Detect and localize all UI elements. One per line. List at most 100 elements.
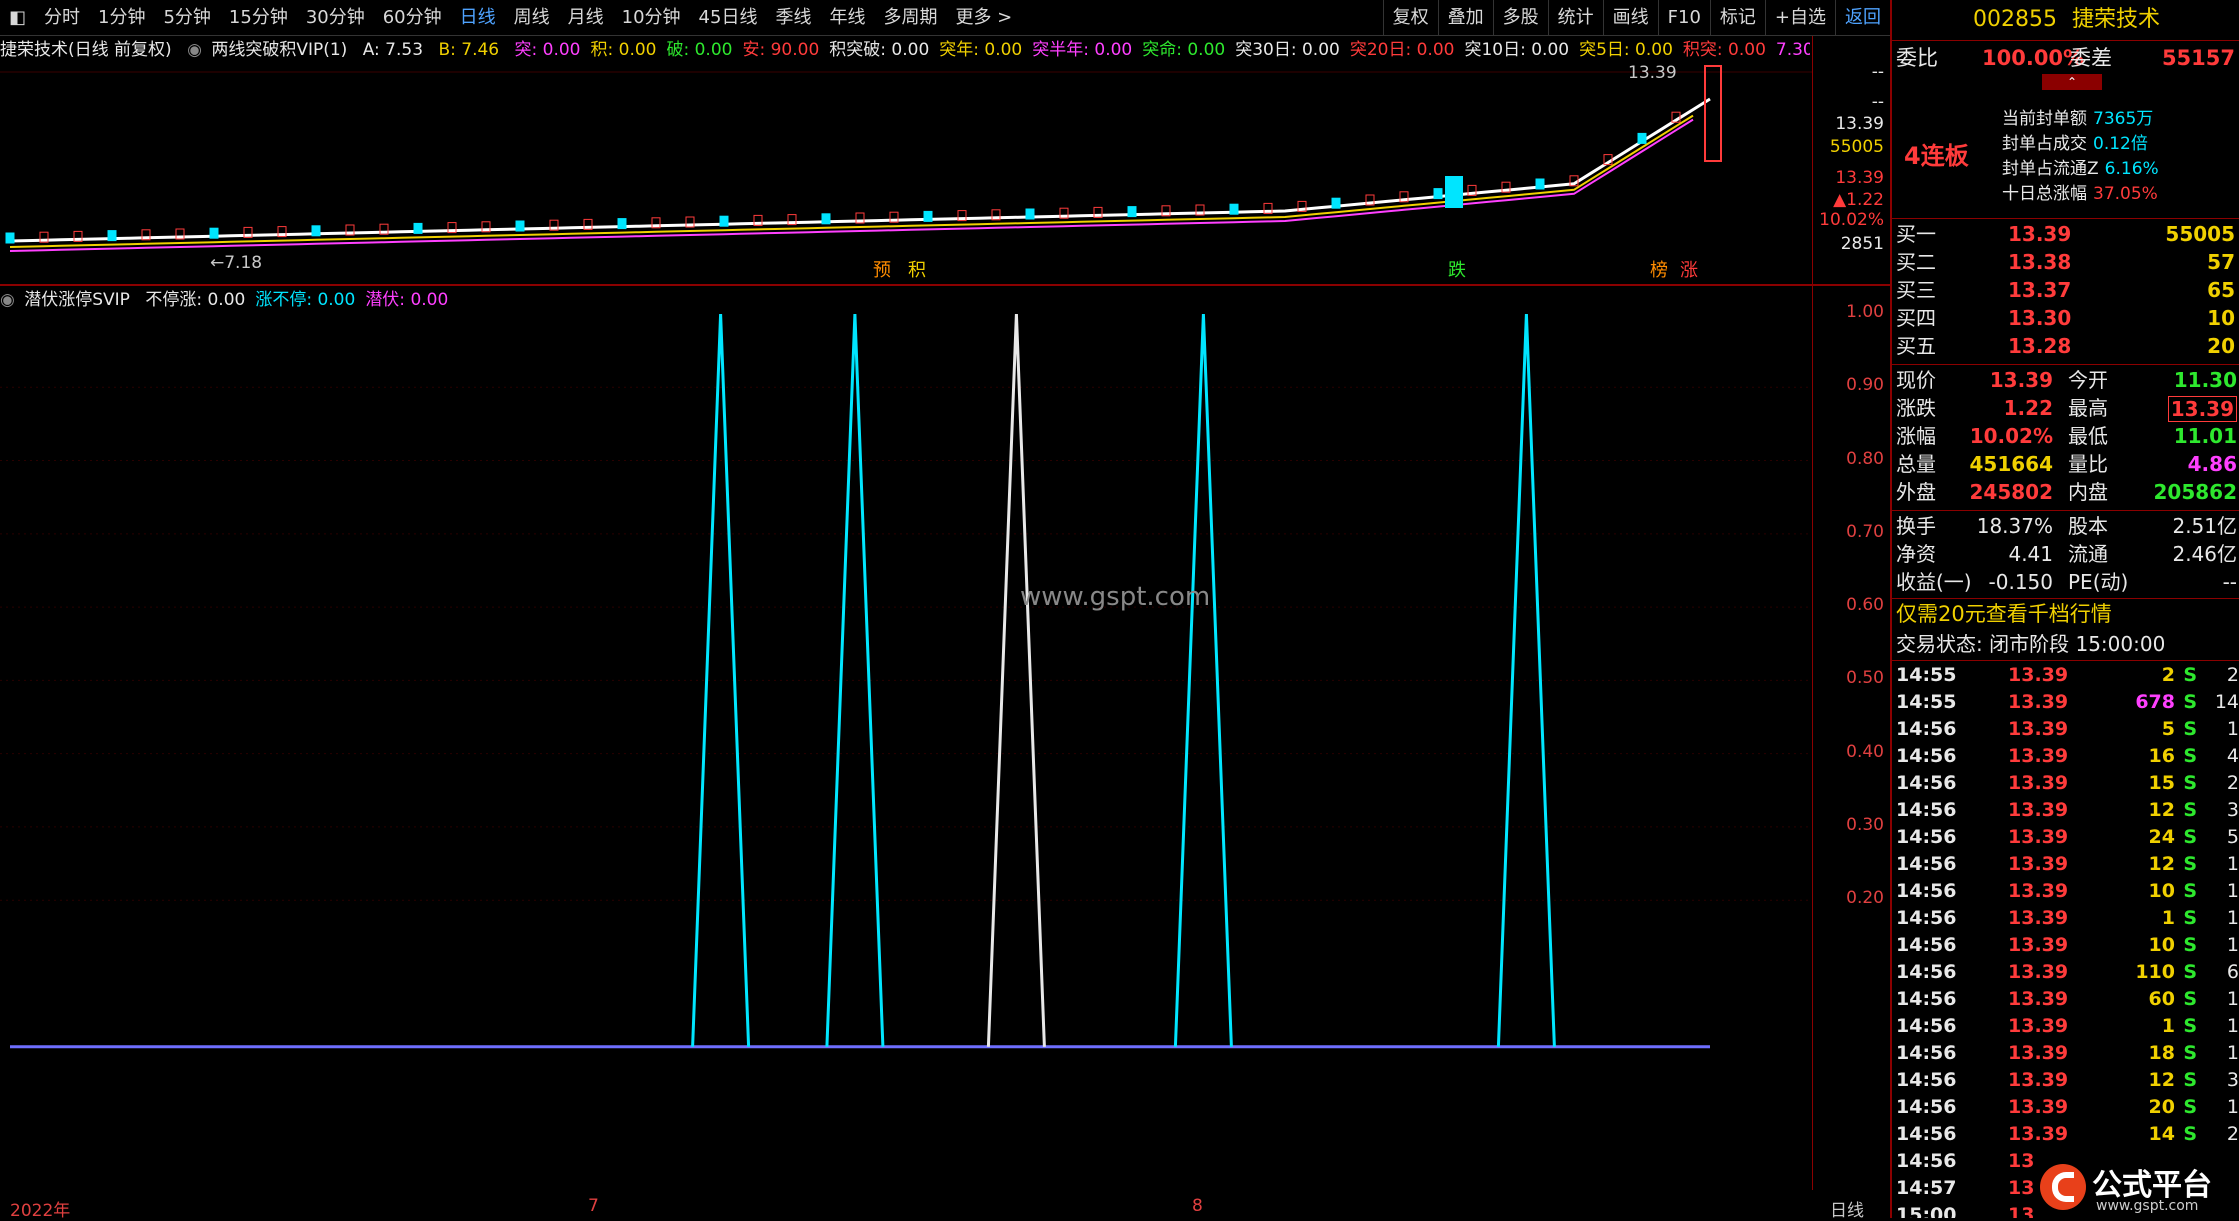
weicha-label: 委差	[2070, 46, 2112, 70]
tick-row: 14:56 13.39 110 S 6	[1892, 959, 2239, 986]
period-tab[interactable]: 月线	[559, 0, 613, 36]
tick-time: 14:55	[1896, 691, 1957, 713]
period-tab[interactable]: 年线	[820, 0, 874, 36]
tick-price: 13.39	[2008, 988, 2069, 1010]
seal-info-label: 当前封单额	[2002, 109, 2087, 129]
seal-info-label: 十日总涨幅	[2002, 184, 2087, 204]
tick-side: S	[2183, 718, 2197, 740]
toolbar-button[interactable]: +自选	[1764, 0, 1835, 36]
tick-volume: 16	[2148, 745, 2175, 767]
tick-count: 1	[2226, 880, 2239, 902]
promo-link[interactable]: 仅需20元查看千档行情	[1892, 600, 2239, 628]
tick-count: 2	[2226, 664, 2239, 686]
tick-count: 6	[2226, 961, 2239, 983]
candlestick	[413, 222, 423, 234]
quote-value: 13.39	[1989, 368, 2053, 392]
tick-count: 5	[2226, 826, 2239, 848]
price-chart[interactable]: 13.39 ←7.18 预积 跌 榜涨	[0, 36, 1812, 284]
candlestick	[1025, 208, 1035, 220]
bid-row[interactable]: 买四 13.30 10	[1892, 304, 2239, 332]
period-tab[interactable]: 1分钟	[89, 0, 154, 36]
date-label: 8	[1192, 1196, 1203, 1216]
toolbar-button[interactable]: 多股	[1492, 0, 1548, 36]
price-axis-label: 10.02%	[1819, 210, 1884, 230]
quote-panel: 002855 捷荣技术 委比 100.00% 委差 55157 ⌃ 4连板 当前…	[1890, 0, 2239, 1218]
collapse-icon[interactable]: ⌃	[2042, 74, 2102, 90]
tick-time: 14:56	[1896, 772, 1957, 794]
bid-label: 买四	[1896, 306, 1936, 330]
period-tab[interactable]: 更多 >	[946, 0, 1021, 36]
ma-line-white	[9, 97, 1711, 243]
toolbar-button[interactable]: 复权	[1382, 0, 1438, 36]
consecutive-limit-badge: 4连板	[1904, 142, 1969, 170]
period-tab[interactable]: 分时	[35, 0, 89, 36]
tick-price: 13	[2008, 1177, 2035, 1199]
period-tab[interactable]: 多周期	[874, 0, 946, 36]
tick-time: 14:56	[1896, 961, 1957, 983]
period-tab[interactable]: 60分钟	[374, 0, 451, 36]
period-tab[interactable]: 30分钟	[297, 0, 374, 36]
bid-row[interactable]: 买五 13.28 20	[1892, 332, 2239, 360]
period-tab[interactable]: 10分钟	[613, 0, 690, 36]
toolbar-button[interactable]: 统计	[1547, 0, 1603, 36]
indicator-chart[interactable]	[0, 286, 1812, 1190]
tick-volume: 10	[2148, 934, 2175, 956]
bid-row[interactable]: 买一 13.39 55005	[1892, 220, 2239, 248]
seal-info-row: 封单占流通Z 6.16%	[2002, 154, 2159, 179]
fundamental-label: 净资	[1896, 542, 1936, 566]
bid-label: 买五	[1896, 334, 1936, 358]
toolbar-button[interactable]: 叠加	[1437, 0, 1493, 36]
tick-count: 14	[2214, 691, 2239, 713]
tick-count: 3	[2226, 799, 2239, 821]
watermark: www.gspt.com	[1020, 582, 1211, 612]
chart-toggle-icon[interactable]: ◧	[0, 0, 35, 36]
bid-volume: 20	[2207, 334, 2235, 358]
indicator-axis-label: 0.70	[1846, 521, 1884, 542]
quote-row: 涨跌 1.22 最高 13.39	[1892, 394, 2239, 422]
quote-label: 内盘	[2068, 480, 2108, 504]
seal-info-row: 封单占成交 0.12倍	[2002, 129, 2148, 154]
tick-price: 13.39	[2008, 934, 2069, 956]
period-tab[interactable]: 15分钟	[220, 0, 297, 36]
tick-side: S	[2183, 799, 2197, 821]
quote-value: 1.22	[2003, 396, 2053, 420]
tick-volume: 18	[2148, 1042, 2175, 1064]
tick-volume: 60	[2148, 988, 2175, 1010]
fundamental-row: 收益(一) -0.150 PE(动) --	[1892, 568, 2239, 596]
period-tab[interactable]: 5分钟	[154, 0, 219, 36]
quote-value: 205862	[2153, 480, 2238, 504]
tick-side: S	[2183, 961, 2197, 983]
toolbar-button[interactable]: 返回	[1835, 0, 1890, 36]
tick-row: 14:56 13.39 12 S 3	[1892, 797, 2239, 824]
toolbar-button[interactable]: F10	[1657, 0, 1710, 36]
weibi-row: 委比 100.00% 委差 55157	[1892, 44, 2239, 72]
candlestick	[1445, 176, 1463, 208]
bid-row[interactable]: 买三 13.37 65	[1892, 276, 2239, 304]
tick-volume: 20	[2148, 1096, 2175, 1118]
period-tab[interactable]: 周线	[505, 0, 559, 36]
tick-count: 1	[2226, 853, 2239, 875]
tick-side: S	[2183, 1015, 2197, 1037]
period-tab[interactable]: 日线	[451, 0, 505, 36]
candlestick	[107, 230, 117, 242]
period-tab[interactable]: 季线	[766, 0, 820, 36]
tick-time: 14:56	[1896, 853, 1957, 875]
candlestick	[1127, 206, 1137, 218]
bid-volume: 10	[2207, 306, 2235, 330]
toolbar-button[interactable]: 画线	[1602, 0, 1658, 36]
tick-side: S	[2183, 691, 2197, 713]
tick-side: S	[2183, 745, 2197, 767]
weibi-value: 100.00%	[1982, 46, 2085, 70]
candlestick	[311, 225, 321, 237]
date-axis: 2022年 7 8	[0, 1196, 1812, 1221]
bid-price: 13.39	[2008, 222, 2072, 246]
period-tab[interactable]: 45日线	[690, 0, 767, 36]
quote-label: 今开	[2068, 368, 2108, 392]
tick-count: 2	[2226, 772, 2239, 794]
bid-row[interactable]: 买二 13.38 57	[1892, 248, 2239, 276]
tick-time: 14:56	[1896, 1123, 1957, 1145]
toolbar-button[interactable]: 标记	[1709, 0, 1765, 36]
tick-list[interactable]: 14:55 13.39 2 S 2 14:55 13.39 678 S 14 14:56 13.39 5…	[1892, 662, 2239, 1218]
bid-label: 买二	[1896, 250, 1936, 274]
tick-time: 14:56	[1896, 880, 1957, 902]
